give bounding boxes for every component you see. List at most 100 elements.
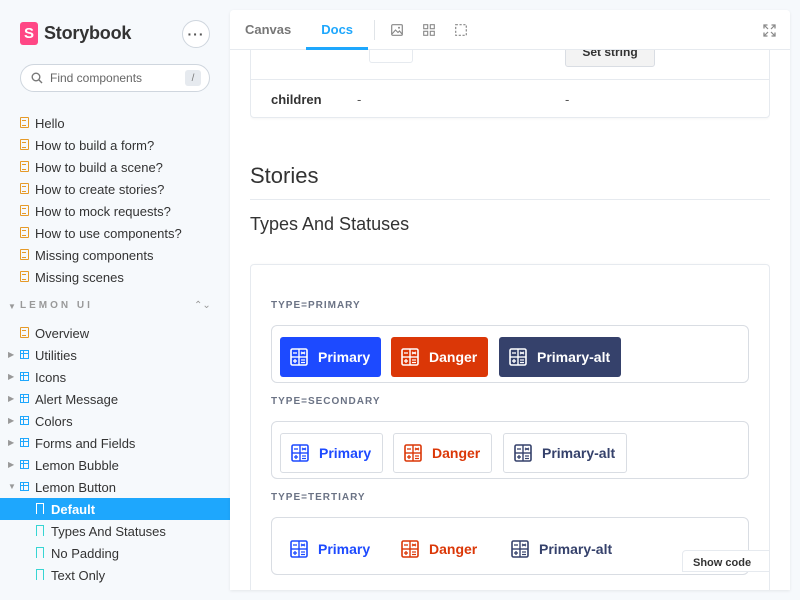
sidebar: S Storybook ··· Find components / Hello … bbox=[0, 0, 230, 600]
calculator-icon bbox=[291, 444, 309, 462]
sidebar-item-component[interactable]: ▶ Colors bbox=[0, 410, 230, 432]
arg-name: children bbox=[271, 92, 322, 107]
expand-collapse-icon[interactable]: ⌃⌄ bbox=[194, 300, 211, 311]
document-icon bbox=[20, 249, 29, 260]
chevron-right-icon: ▶ bbox=[8, 438, 15, 447]
button-group-secondary: Primary Danger Primary-alt bbox=[271, 421, 749, 479]
stories-heading: Stories bbox=[250, 163, 319, 188]
component-icon bbox=[20, 350, 29, 359]
group-label-secondary: TYPE=SECONDARY bbox=[271, 396, 381, 407]
sidebar-item-component[interactable]: ▶ Utilities bbox=[0, 344, 230, 366]
component-icon bbox=[20, 438, 29, 447]
tab-docs[interactable]: Docs bbox=[306, 10, 368, 50]
calculator-icon bbox=[401, 348, 419, 366]
sidebar-story[interactable]: Types And Statuses bbox=[0, 520, 230, 542]
search-input[interactable]: Find components / bbox=[20, 64, 210, 92]
document-icon bbox=[20, 205, 29, 216]
calculator-icon bbox=[509, 348, 527, 366]
group-label-tertiary: TYPE=TERTIARY bbox=[271, 492, 366, 503]
document-icon bbox=[20, 183, 29, 194]
search-placeholder: Find components bbox=[50, 71, 143, 85]
sidebar-item-overview[interactable]: Overview bbox=[0, 322, 230, 344]
primary-button[interactable]: Primary bbox=[280, 529, 381, 569]
danger-button[interactable]: Danger bbox=[391, 529, 488, 569]
bookmark-icon bbox=[36, 547, 44, 558]
primary-alt-button[interactable]: Primary-alt bbox=[501, 529, 623, 569]
sidebar-item-doc[interactable]: How to build a scene? bbox=[0, 156, 230, 178]
section-header-lemon-ui[interactable]: ▼ LEMON UI ⌃⌄ bbox=[0, 288, 230, 322]
component-icon bbox=[20, 372, 29, 381]
chevron-right-icon: ▶ bbox=[8, 394, 15, 403]
toolbar: Canvas Docs bbox=[230, 10, 790, 50]
component-icon bbox=[20, 394, 29, 403]
chevron-right-icon: ▶ bbox=[8, 372, 15, 381]
bookmark-icon bbox=[36, 525, 44, 536]
sidebar-item-lemon-button[interactable]: ▼ Lemon Button bbox=[0, 476, 230, 498]
document-icon bbox=[20, 139, 29, 150]
sidebar-item-doc[interactable]: How to use components? bbox=[0, 222, 230, 244]
button-group-primary: Primary Danger Primary-alt bbox=[271, 325, 749, 383]
story-preview: TYPE=PRIMARY Primary Danger Primary-alt … bbox=[250, 264, 770, 590]
sidebar-item-doc[interactable]: How to mock requests? bbox=[0, 200, 230, 222]
component-icon bbox=[20, 460, 29, 469]
sidebar-item-component[interactable]: ▶ Alert Message bbox=[0, 388, 230, 410]
show-code-button[interactable]: Show code bbox=[682, 550, 770, 572]
storybook-logo-icon: S bbox=[20, 22, 38, 45]
sidebar-item-component[interactable]: ▶ Lemon Bubble bbox=[0, 454, 230, 476]
sidebar-item-doc[interactable]: Missing components bbox=[0, 244, 230, 266]
main-panel: Canvas Docs Set string children - - Stor… bbox=[230, 10, 790, 590]
sidebar-item-doc[interactable]: Hello bbox=[0, 112, 230, 134]
tab-canvas[interactable]: Canvas bbox=[230, 10, 306, 50]
group-label-primary: TYPE=PRIMARY bbox=[271, 300, 361, 311]
sidebar-item-component[interactable]: ▶ Forms and Fields bbox=[0, 432, 230, 454]
primary-button[interactable]: Primary bbox=[280, 337, 382, 377]
primary-button[interactable]: Primary bbox=[280, 433, 384, 473]
args-table-row: children - - bbox=[251, 79, 770, 119]
calculator-icon bbox=[514, 444, 532, 462]
sidebar-item-component[interactable]: ▶ Icons bbox=[0, 366, 230, 388]
bookmark-icon bbox=[36, 503, 44, 514]
toolbar-divider bbox=[374, 19, 376, 40]
sidebar-item-doc[interactable]: How to create stories? bbox=[0, 178, 230, 200]
divider bbox=[250, 199, 770, 200]
sidebar-tree: Hello How to build a form? How to build … bbox=[0, 112, 230, 586]
chevron-down-icon: ▼ bbox=[8, 482, 16, 491]
sidebar-story[interactable]: Text Only bbox=[0, 564, 230, 586]
fullscreen-icon[interactable] bbox=[763, 24, 776, 37]
args-table: Set string children - - bbox=[250, 50, 770, 118]
calculator-icon bbox=[404, 444, 422, 462]
sidebar-story[interactable]: No Padding bbox=[0, 542, 230, 564]
arg-default: - bbox=[565, 92, 570, 107]
document-icon bbox=[20, 227, 29, 238]
danger-button[interactable]: Danger bbox=[391, 337, 489, 377]
document-icon bbox=[20, 327, 29, 338]
primary-alt-button[interactable]: Primary-alt bbox=[503, 433, 628, 473]
outline-tool-button[interactable] bbox=[445, 10, 477, 50]
docs-content: Set string children - - Stories Types An… bbox=[250, 50, 770, 590]
chevron-right-icon: ▶ bbox=[8, 460, 15, 469]
document-icon bbox=[20, 117, 29, 128]
brand[interactable]: S Storybook bbox=[20, 22, 131, 45]
calculator-icon bbox=[401, 540, 419, 558]
grid-tool-button[interactable] bbox=[413, 10, 445, 50]
bookmark-icon bbox=[36, 569, 44, 580]
story-heading: Types And Statuses bbox=[250, 214, 410, 234]
arg-control-input[interactable] bbox=[369, 50, 413, 63]
calculator-icon bbox=[511, 540, 529, 558]
set-string-button[interactable]: Set string bbox=[565, 50, 655, 67]
sidebar-item-doc[interactable]: Missing scenes bbox=[0, 266, 230, 288]
calculator-icon bbox=[290, 540, 308, 558]
background-tool-button[interactable] bbox=[381, 10, 413, 50]
chevron-right-icon: ▶ bbox=[8, 350, 15, 359]
chevron-down-icon: ▼ bbox=[8, 302, 16, 311]
danger-button[interactable]: Danger bbox=[393, 433, 493, 473]
sidebar-story-default[interactable]: Default bbox=[0, 498, 230, 520]
sidebar-item-doc[interactable]: How to build a form? bbox=[0, 134, 230, 156]
chevron-right-icon: ▶ bbox=[8, 416, 15, 425]
more-options-button[interactable]: ··· bbox=[182, 20, 210, 48]
grid-icon bbox=[423, 23, 435, 36]
arg-description: - bbox=[357, 92, 362, 107]
primary-alt-button[interactable]: Primary-alt bbox=[499, 337, 622, 377]
document-icon bbox=[20, 271, 29, 282]
button-group-tertiary: Primary Danger Primary-alt bbox=[271, 517, 749, 575]
